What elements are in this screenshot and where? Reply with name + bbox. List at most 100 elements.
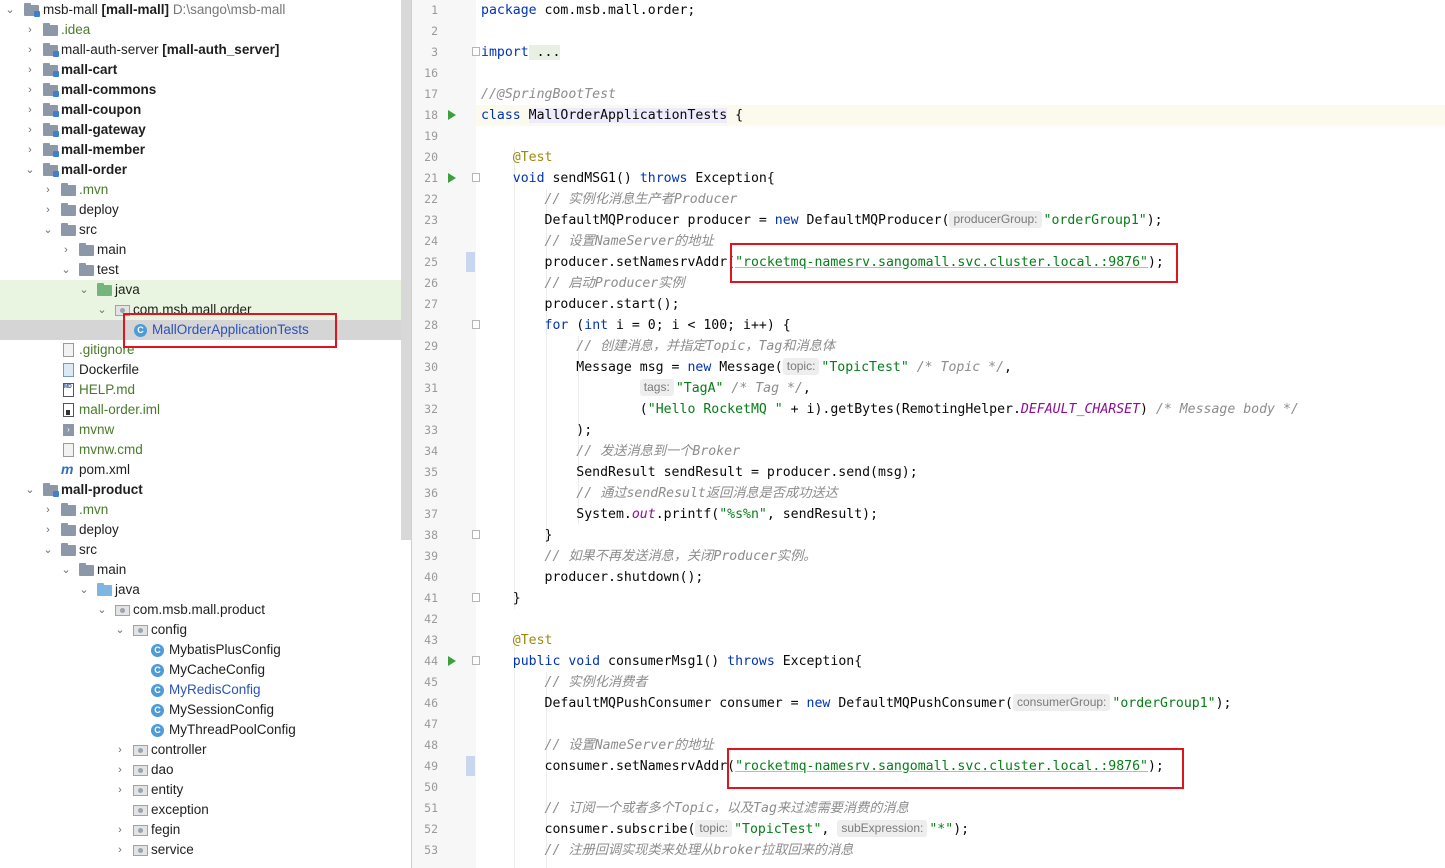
code-line-52: consumer.subscribe(topic: "TopicTest", su… (544, 820, 970, 837)
chevron-right-icon[interactable]: › (42, 520, 54, 540)
chevron-right-icon[interactable]: › (42, 500, 54, 520)
chevron-right-icon[interactable]: › (42, 180, 54, 200)
line-number: 17 (424, 87, 438, 101)
line-number: 52 (424, 822, 438, 836)
tree-item-idea[interactable]: › .idea (0, 20, 411, 40)
run-class-icon[interactable] (448, 110, 456, 120)
tree-item-test[interactable]: ⌄ test (0, 260, 411, 280)
terminal-file-icon: › (63, 424, 74, 436)
chevron-right-icon[interactable]: › (114, 820, 126, 840)
tree-item-mall-product[interactable]: ⌄ mall-product (0, 480, 411, 500)
chevron-right-icon[interactable]: › (24, 60, 36, 80)
chevron-right-icon[interactable]: › (24, 120, 36, 140)
chevron-right-icon[interactable]: › (24, 20, 36, 40)
test-folder-icon (97, 283, 112, 296)
line-number: 30 (424, 360, 438, 374)
chevron-right-icon[interactable]: › (42, 200, 54, 220)
line-number: 25 (424, 255, 438, 269)
folder-icon (61, 543, 76, 556)
chevron-right-icon[interactable]: › (114, 780, 126, 800)
tree-item-my-thread-pool-config[interactable]: C MyThreadPoolConfig (0, 720, 411, 740)
line-number: 40 (424, 570, 438, 584)
tree-item-entity[interactable]: › entity (0, 780, 411, 800)
tree-item-mall-cart[interactable]: › mall-cart (0, 60, 411, 80)
tree-item-product-mvn[interactable]: › .mvn (0, 500, 411, 520)
root-path: D:\sango\msb-mall (172, 2, 286, 17)
tree-item-my-cache-config[interactable]: C MyCacheConfig (0, 660, 411, 680)
chevron-down-icon[interactable]: ⌄ (78, 280, 90, 300)
tree-root[interactable]: ⌄ msb-mall [mall-mall] D:\sango\msb-mall (0, 0, 411, 20)
editor-gutter: 1 2 3 16 17 18 19 20 21 22 23 24 25 26 27 28 29 30 31 32 33 3… (412, 0, 480, 868)
line-number: 39 (424, 549, 438, 563)
tree-item-mvnw[interactable]: › mvnw (0, 420, 411, 440)
tree-item-config[interactable]: ⌄ config (0, 620, 411, 640)
chevron-right-icon[interactable]: › (114, 760, 126, 780)
run-test-icon[interactable] (448, 173, 456, 183)
chevron-down-icon[interactable]: ⌄ (114, 620, 126, 640)
chevron-down-icon[interactable]: ⌄ (60, 560, 72, 580)
chevron-right-icon[interactable]: › (24, 140, 36, 160)
chevron-down-icon[interactable]: ⌄ (24, 480, 36, 500)
code-editor[interactable]: package com.msb.mall.order; import ... /… (476, 0, 1445, 868)
tree-item-mvnw-cmd[interactable]: mvnw.cmd (0, 440, 411, 460)
chevron-down-icon[interactable]: ⌄ (4, 0, 16, 20)
highlight-box-namesrv-consumer (727, 748, 1184, 789)
line-number: 28 (424, 318, 438, 332)
chevron-right-icon[interactable]: › (60, 240, 72, 260)
tree-item-mall-gateway[interactable]: › mall-gateway (0, 120, 411, 140)
line-number: 53 (424, 843, 438, 857)
module-icon (43, 83, 59, 97)
module-icon (43, 43, 59, 57)
tree-item-my-redis-config[interactable]: C MyRedisConfig (0, 680, 411, 700)
chevron-down-icon[interactable]: ⌄ (60, 260, 72, 280)
folder-icon (79, 263, 94, 276)
chevron-down-icon[interactable]: ⌄ (24, 160, 36, 180)
tree-item-fegin[interactable]: › fegin (0, 820, 411, 840)
tree-item-mall-auth-server[interactable]: › mall-auth-server [mall-auth_server] (0, 40, 411, 60)
tree-item-product-java[interactable]: ⌄ java (0, 580, 411, 600)
tree-item-product-main[interactable]: ⌄ main (0, 560, 411, 580)
chevron-right-icon[interactable]: › (24, 80, 36, 100)
code-line-21: void sendMSG1() throws Exception{ (512, 171, 775, 186)
tree-item-mall-order[interactable]: ⌄ mall-order (0, 160, 411, 180)
tree-item-exception[interactable]: exception (0, 800, 411, 820)
tree-item-mall-order-iml[interactable]: mall-order.iml (0, 400, 411, 420)
tree-item-my-session-config[interactable]: C MySessionConfig (0, 700, 411, 720)
code-line-45: // 实例化消费者 (544, 675, 648, 690)
tree-item-mybatis-plus-config[interactable]: C MybatisPlusConfig (0, 640, 411, 660)
chevron-right-icon[interactable]: › (24, 100, 36, 120)
tree-item-mall-member[interactable]: › mall-member (0, 140, 411, 160)
tree-scrollbar[interactable] (401, 0, 411, 540)
tree-item-mall-coupon[interactable]: › mall-coupon (0, 100, 411, 120)
chevron-down-icon[interactable]: ⌄ (96, 600, 108, 620)
chevron-right-icon[interactable]: › (114, 840, 126, 860)
tree-item-mvn[interactable]: › .mvn (0, 180, 411, 200)
code-line-17: //@SpringBootTest (481, 87, 616, 102)
chevron-right-icon[interactable]: › (24, 40, 36, 60)
package-icon (133, 825, 148, 836)
chevron-down-icon[interactable]: ⌄ (42, 540, 54, 560)
run-test-icon[interactable] (448, 656, 456, 666)
tree-item-pom-xml[interactable]: m pom.xml (0, 460, 411, 480)
chevron-down-icon[interactable]: ⌄ (96, 300, 108, 320)
module-icon (43, 163, 59, 177)
tree-item-help-md[interactable]: HELP.md (0, 377, 411, 400)
tree-item-src[interactable]: ⌄ src (0, 220, 411, 240)
param-hint: subExpression: (837, 820, 928, 837)
tree-item-package-product[interactable]: ⌄ com.msb.mall.product (0, 600, 411, 620)
tree-item-product-deploy[interactable]: › deploy (0, 520, 411, 540)
tree-item-product-src[interactable]: ⌄ src (0, 540, 411, 560)
tree-item-dao[interactable]: › dao (0, 760, 411, 780)
tree-item-deploy[interactable]: › deploy (0, 200, 411, 220)
chevron-down-icon[interactable]: ⌄ (42, 220, 54, 240)
code-line-23: DefaultMQProducer producer = new Default… (544, 211, 1163, 228)
chevron-down-icon[interactable]: ⌄ (78, 580, 90, 600)
tree-item-service[interactable]: › service (0, 840, 411, 860)
tree-item-main[interactable]: › main (0, 240, 411, 260)
tree-item-controller[interactable]: › controller (0, 740, 411, 760)
tree-item-java-test[interactable]: ⌄ java (0, 280, 411, 300)
chevron-right-icon[interactable]: › (114, 740, 126, 760)
tree-item-mall-commons[interactable]: › mall-commons (0, 80, 411, 100)
code-line-37: System.out.printf("%s%n", sendResult); (576, 507, 879, 522)
tree-item-dockerfile[interactable]: Dockerfile (0, 360, 411, 380)
